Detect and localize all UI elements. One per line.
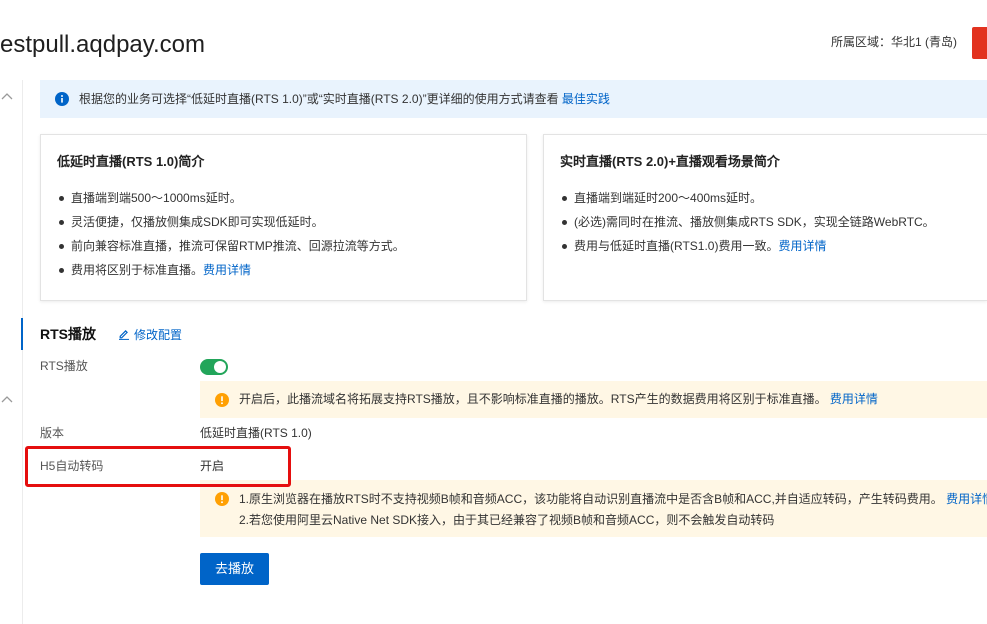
anchor-nav-track xyxy=(22,80,23,624)
card-title: 实时直播(RTS 2.0)+直播观看场景简介 xyxy=(560,154,780,169)
h5-transcode-value: 开启 xyxy=(200,459,225,473)
bullet-dot xyxy=(59,220,64,225)
list-item: 直播端到端500～1000ms延时。 xyxy=(41,186,405,210)
go-play-button[interactable]: 去播放 xyxy=(200,553,269,585)
h5-transcode-notice: 1.原生浏览器在播放RTS时不支持视频B帧和音频ACC，该功能将自动识别直播流中… xyxy=(200,480,987,537)
info-banner-text-wrap: 根据您的业务可选择“低延时直播(RTS 1.0)”或“实时直播(RTS 2.0)… xyxy=(79,80,610,118)
h5-notice-line1-wrap: 1.原生浏览器在播放RTS时不支持视频B帧和音频ACC，该功能将自动识别直播流中… xyxy=(239,491,987,507)
info-banner-text: 根据您的业务可选择“低延时直播(RTS 1.0)”或“实时直播(RTS 2.0)… xyxy=(79,92,559,106)
h5-transcode-label: H5自动转码 xyxy=(40,459,104,473)
bullet-dot xyxy=(562,244,567,249)
rts-play-toggle[interactable] xyxy=(200,359,228,375)
list-item-text: 前向兼容标准直播，推流可保留RTMP推流、回源拉流等方式。 xyxy=(71,239,405,253)
best-practice-link[interactable]: 最佳实践 xyxy=(562,92,610,106)
edit-config-link[interactable]: 修改配置 xyxy=(118,327,182,343)
header-action-button[interactable] xyxy=(972,27,987,59)
rts-play-label: RTS播放 xyxy=(40,359,88,373)
fee-details-link[interactable]: 费用详情 xyxy=(203,263,251,277)
rts-play-notice-text: 开启后，此播流域名将拓展支持RTS播放，且不影响标准直播的播放。RTS产生的数据… xyxy=(239,392,827,406)
fee-details-link[interactable]: 费用详情 xyxy=(830,392,878,406)
list-item-text: 费用与低延时直播(RTS1.0)费用一致。 xyxy=(574,239,779,253)
bullet-dot xyxy=(562,220,567,225)
chevron-up-icon[interactable] xyxy=(1,92,13,100)
list-item: 前向兼容标准直播，推流可保留RTMP推流、回源拉流等方式。 xyxy=(41,234,405,258)
page: estpull.aqdpay.com 所属区域：华北1 (青岛) 根据您的业务可… xyxy=(0,0,987,624)
list-item: 灵活便捷，仅播放侧集成SDK即可实现低延时。 xyxy=(41,210,405,234)
rts-play-notice-wrap: 开启后，此播流域名将拓展支持RTS播放，且不影响标准直播的播放。RTS产生的数据… xyxy=(239,381,878,418)
warning-icon xyxy=(215,492,229,506)
list-item-text: 直播端到端500～1000ms延时。 xyxy=(71,191,242,205)
h5-notice-line2: 2.若您使用阿里云Native Net SDK接入，由于其已经兼容了视频B帧和音… xyxy=(239,513,775,527)
bullet-dot xyxy=(59,244,64,249)
rts2-intro-card: 实时直播(RTS 2.0)+直播观看场景简介 直播端到端延时200～400ms延… xyxy=(543,134,987,301)
rts1-intro-card: 低延时直播(RTS 1.0)简介 直播端到端500～1000ms延时。 灵活便捷… xyxy=(40,134,527,301)
list-item: 费用将区别于标准直播。费用详情 xyxy=(41,258,405,282)
warning-icon xyxy=(215,393,229,407)
region-info: 所属区域：华北1 (青岛) xyxy=(831,34,957,50)
list-item-text: 灵活便捷，仅播放侧集成SDK即可实现低延时。 xyxy=(71,215,324,229)
list-item: 费用与低延时直播(RTS1.0)费用一致。费用详情 xyxy=(544,234,935,258)
toggle-knob xyxy=(214,361,226,373)
region-value: 华北1 (青岛) xyxy=(891,35,958,49)
card-title: 低延时直播(RTS 1.0)简介 xyxy=(57,154,205,169)
bullet-dot xyxy=(59,268,64,273)
chevron-up-icon[interactable] xyxy=(1,395,13,403)
section-title: RTS播放 xyxy=(40,326,96,342)
list-item-text: (必选)需同时在推流、播放侧集成RTS SDK，实现全链路WebRTC。 xyxy=(574,215,935,229)
anchor-nav-active-indicator xyxy=(21,318,23,350)
info-icon xyxy=(55,92,69,106)
rts-play-notice: 开启后，此播流域名将拓展支持RTS播放，且不影响标准直播的播放。RTS产生的数据… xyxy=(200,381,987,418)
card-feature-list: 直播端到端延时200～400ms延时。 (必选)需同时在推流、播放侧集成RTS … xyxy=(544,186,935,258)
bullet-dot xyxy=(562,196,567,201)
card-feature-list: 直播端到端500～1000ms延时。 灵活便捷，仅播放侧集成SDK即可实现低延时… xyxy=(41,186,405,282)
version-label: 版本 xyxy=(40,426,65,440)
edit-config-label: 修改配置 xyxy=(134,328,183,342)
h5-notice-line1: 1.原生浏览器在播放RTS时不支持视频B帧和音频ACC，该功能将自动识别直播流中… xyxy=(239,492,943,506)
region-label: 所属区域： xyxy=(831,35,892,49)
edit-icon xyxy=(118,328,130,340)
domain-title: estpull.aqdpay.com xyxy=(0,31,206,58)
list-item: (必选)需同时在推流、播放侧集成RTS SDK，实现全链路WebRTC。 xyxy=(544,210,935,234)
bullet-dot xyxy=(59,196,64,201)
version-value: 低延时直播(RTS 1.0) xyxy=(200,426,312,440)
info-banner: 根据您的业务可选择“低延时直播(RTS 1.0)”或“实时直播(RTS 2.0)… xyxy=(40,80,987,118)
list-item: 直播端到端延时200～400ms延时。 xyxy=(544,186,935,210)
list-item-text: 直播端到端延时200～400ms延时。 xyxy=(574,191,763,205)
fee-details-link[interactable]: 费用详情 xyxy=(778,239,826,253)
list-item-text: 费用将区别于标准直播。 xyxy=(71,263,204,277)
fee-details-link[interactable]: 费用详情 xyxy=(946,492,987,506)
